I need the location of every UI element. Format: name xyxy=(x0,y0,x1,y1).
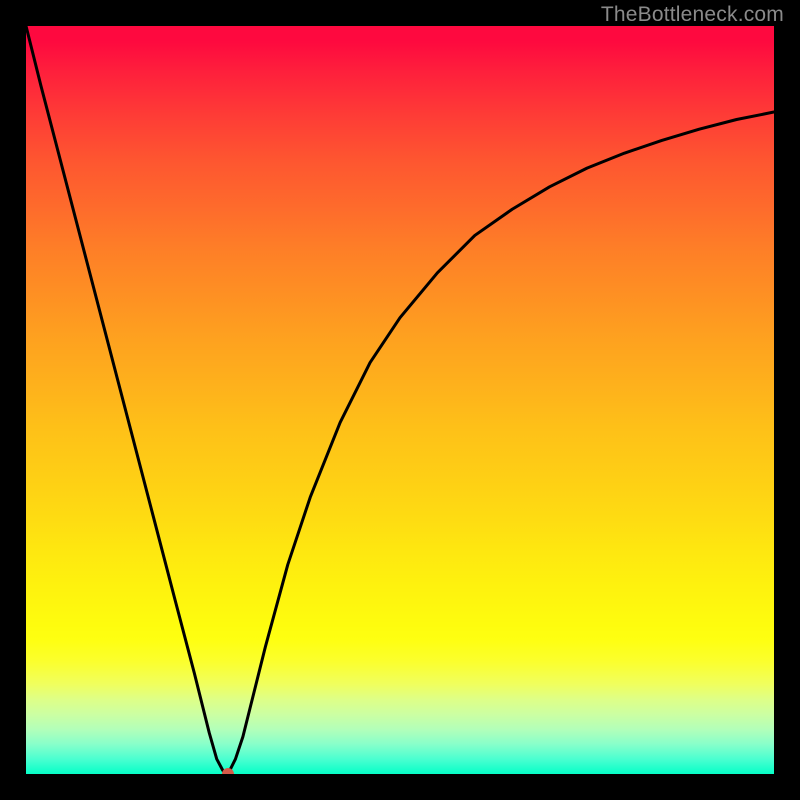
bottleneck-curve-svg xyxy=(26,26,774,774)
bottleneck-curve xyxy=(26,26,774,774)
watermark-text: TheBottleneck.com xyxy=(601,3,784,27)
plot-area xyxy=(26,26,774,774)
chart-frame: TheBottleneck.com xyxy=(0,0,800,800)
